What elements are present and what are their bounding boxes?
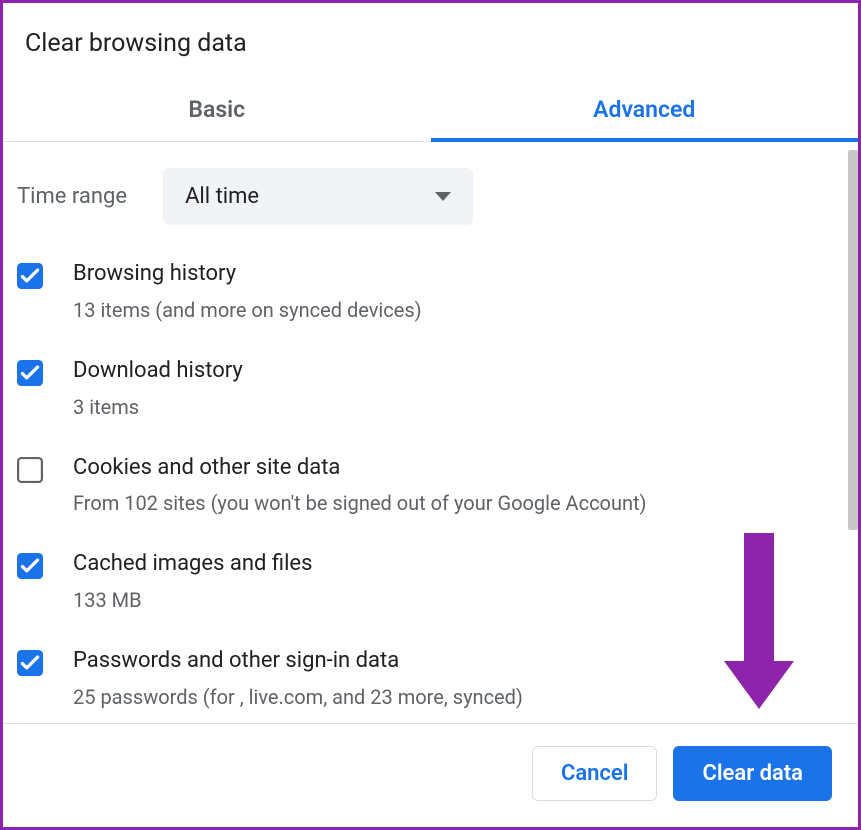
option-subtitle: 25 passwords (for , live.com, and 23 mor…: [73, 683, 836, 711]
clear-browsing-data-dialog: Clear browsing data Basic Advanced Time …: [0, 0, 861, 830]
options-scroll-area: Time range All time Browsing history 13 …: [3, 142, 858, 724]
chevron-down-icon: [435, 192, 451, 201]
time-range-value: All time: [185, 184, 259, 209]
clear-data-button[interactable]: Clear data: [673, 746, 832, 801]
time-range-label: Time range: [17, 184, 127, 209]
option-cookies: Cookies and other site data From 102 sit…: [17, 437, 836, 534]
option-subtitle: 13 items (and more on synced devices): [73, 296, 836, 324]
option-title: Passwords and other sign-in data: [73, 646, 836, 677]
option-download-history: Download history 3 items: [17, 340, 836, 437]
tabs: Basic Advanced: [3, 80, 858, 142]
option-passwords: Passwords and other sign-in data 25 pass…: [17, 630, 836, 724]
option-subtitle: From 102 sites (you won't be signed out …: [73, 489, 836, 517]
tab-advanced[interactable]: Advanced: [431, 80, 859, 141]
option-title: Download history: [73, 356, 836, 387]
checkbox-cookies[interactable]: [17, 457, 43, 483]
option-subtitle: 133 MB: [73, 586, 836, 614]
tab-basic[interactable]: Basic: [3, 80, 431, 141]
checkbox-download-history[interactable]: [17, 360, 43, 386]
scrollbar[interactable]: [848, 150, 858, 530]
checkbox-checked-icon: [17, 360, 43, 386]
checkbox-checked-icon: [17, 553, 43, 579]
checkbox-checked-icon: [17, 263, 43, 289]
checkbox-cached[interactable]: [17, 553, 43, 579]
checkbox-browsing-history[interactable]: [17, 263, 43, 289]
option-title: Cookies and other site data: [73, 453, 836, 484]
option-title: Cached images and files: [73, 549, 836, 580]
time-range-select[interactable]: All time: [163, 168, 473, 225]
options-list: Browsing history 13 items (and more on s…: [3, 243, 858, 724]
dialog-footer: Cancel Clear data: [3, 724, 858, 827]
cancel-button[interactable]: Cancel: [532, 746, 658, 801]
option-browsing-history: Browsing history 13 items (and more on s…: [17, 243, 836, 340]
time-range-row: Time range All time: [3, 142, 858, 243]
checkbox-unchecked-icon: [17, 457, 43, 483]
option-title: Browsing history: [73, 259, 836, 290]
option-subtitle: 3 items: [73, 393, 836, 421]
dialog-title: Clear browsing data: [3, 3, 858, 80]
option-cached: Cached images and files 133 MB: [17, 533, 836, 630]
checkbox-checked-icon: [17, 650, 43, 676]
checkbox-passwords[interactable]: [17, 650, 43, 676]
